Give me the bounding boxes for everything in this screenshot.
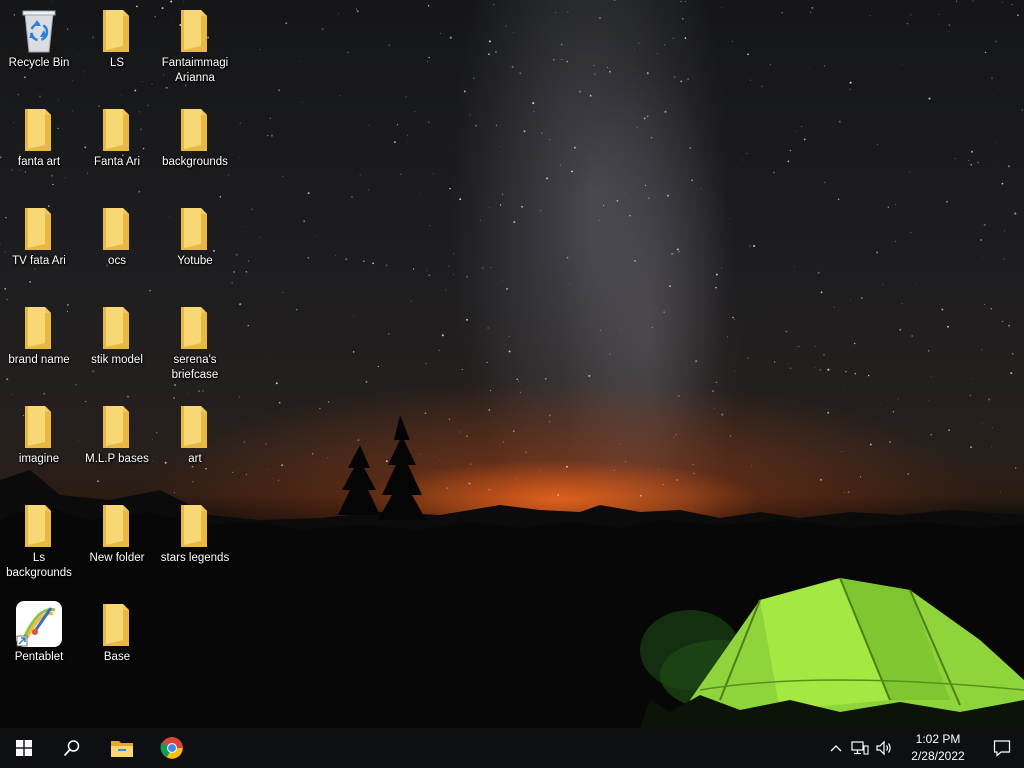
desktop-icon-label: Pentablet (14, 651, 64, 663)
desktop-icon-folder-tv-fata-ari[interactable]: TV fata Ari (1, 198, 77, 269)
folder-icon (103, 406, 129, 448)
desktop-icon-label: stik model (91, 354, 143, 366)
recycle-bin-icon (22, 10, 56, 53)
desktop-icon-folder-ls-backgrounds[interactable]: Ls backgrounds (1, 495, 77, 581)
desktop-icon-folder-mlp-bases[interactable]: M.L.P bases (79, 396, 155, 467)
desktop-icon-label: fanta art (17, 156, 61, 168)
desktop-icon-label: ocs (108, 255, 126, 267)
desktop-icon-label: Recycle Bin (8, 57, 70, 69)
desktop[interactable]: Recycle Bin LS Fantaimmagi Arianna fanta ar… (0, 0, 1024, 728)
desktop-icon-folder-imagine[interactable]: imagine (1, 396, 77, 467)
clock-time: 1:02 PM (915, 732, 961, 746)
action-center-button[interactable] (980, 728, 1024, 768)
folder-icon (103, 109, 129, 151)
desktop-icon-recycle-bin[interactable]: Recycle Bin (1, 0, 77, 71)
folder-icon (25, 307, 51, 349)
folder-icon (103, 505, 129, 547)
desktop-icon-folder-stars-legends[interactable]: stars legends (157, 495, 233, 566)
search-button[interactable] (48, 728, 96, 768)
folder-icon (181, 307, 207, 349)
desktop-icon-folder-serenas-briefcase[interactable]: serena's briefcase (157, 297, 233, 383)
desktop-icon-folder-ls[interactable]: LS (79, 0, 155, 71)
folder-icon (181, 109, 207, 151)
desktop-icon-folder-ocs[interactable]: ocs (79, 198, 155, 269)
desktop-icon-label: Base (103, 651, 131, 663)
network-icon (851, 741, 869, 755)
desktop-icon-label: brand name (8, 354, 70, 366)
start-button[interactable] (0, 728, 48, 768)
folder-icon (25, 109, 51, 151)
volume-icon (876, 740, 891, 756)
desktop-icon-folder-fanta-ari[interactable]: Fanta Ari (79, 99, 155, 170)
notification-icon (993, 740, 1011, 757)
folder-icon (181, 406, 207, 448)
taskbar-chrome[interactable] (148, 728, 196, 768)
desktop-icon-label: Fantaimmagi Arianna (161, 57, 229, 84)
desktop-icon-label: New folder (89, 552, 145, 564)
network-button[interactable] (848, 728, 872, 768)
folder-icon (103, 604, 129, 646)
desktop-icon-folder-art[interactable]: art (157, 396, 233, 467)
folder-icon (181, 208, 207, 250)
desktop-icon-label: backgrounds (162, 156, 228, 168)
taskbar: 1:02 PM 2/28/2022 (0, 728, 1024, 768)
volume-button[interactable] (872, 728, 896, 768)
desktop-icon-folder-fantaimmagi-arianna[interactable]: Fantaimmagi Arianna (157, 0, 233, 86)
desktop-icon-folder-new-folder[interactable]: New folder (79, 495, 155, 566)
taskbar-clock[interactable]: 1:02 PM 2/28/2022 (896, 728, 980, 768)
desktop-icon-label: Ls backgrounds (6, 552, 72, 579)
desktop-icon-label: Yotube (177, 255, 213, 267)
chrome-icon (160, 737, 183, 759)
folder-icon (103, 208, 129, 250)
system-tray: 1:02 PM 2/28/2022 (824, 728, 1024, 768)
desktop-icon-label: imagine (18, 453, 60, 465)
chevron-up-icon (830, 745, 842, 752)
clock-date: 2/28/2022 (911, 749, 965, 763)
folder-icon (181, 505, 207, 547)
desktop-icon-pentablet-shortcut[interactable]: Pentablet (1, 594, 77, 665)
desktop-icon-label: TV fata Ari (12, 255, 66, 267)
desktop-icon-folder-stik-model[interactable]: stik model (79, 297, 155, 368)
desktop-icon-label: LS (109, 57, 125, 69)
desktop-icon-folder-backgrounds[interactable]: backgrounds (157, 99, 233, 170)
desktop-icon-label: serena's briefcase (171, 354, 219, 381)
desktop-icon-label: M.L.P bases (85, 453, 149, 465)
desktop-icon-label: art (188, 453, 202, 465)
search-icon (63, 740, 80, 757)
folder-icon (181, 10, 207, 52)
folder-icon (103, 307, 129, 349)
desktop-icon-folder-yotube[interactable]: Yotube (157, 198, 233, 269)
folder-icon (25, 505, 51, 547)
file-explorer-icon (111, 741, 133, 757)
windows-logo-icon (16, 740, 32, 756)
folder-icon (103, 10, 129, 52)
folder-icon (25, 208, 51, 250)
desktop-icon-label: Fanta Ari (93, 156, 141, 168)
show-hidden-icons-button[interactable] (824, 728, 848, 768)
desktop-icon-folder-brand-name[interactable]: brand name (1, 297, 77, 368)
desktop-icon-folder-base[interactable]: Base (79, 594, 155, 665)
desktop-icon-label: stars legends (160, 552, 230, 564)
folder-icon (25, 406, 51, 448)
taskbar-file-explorer[interactable] (96, 728, 148, 768)
pentablet-app-icon (16, 601, 62, 647)
desktop-icon-folder-fanta-art[interactable]: fanta art (1, 99, 77, 170)
